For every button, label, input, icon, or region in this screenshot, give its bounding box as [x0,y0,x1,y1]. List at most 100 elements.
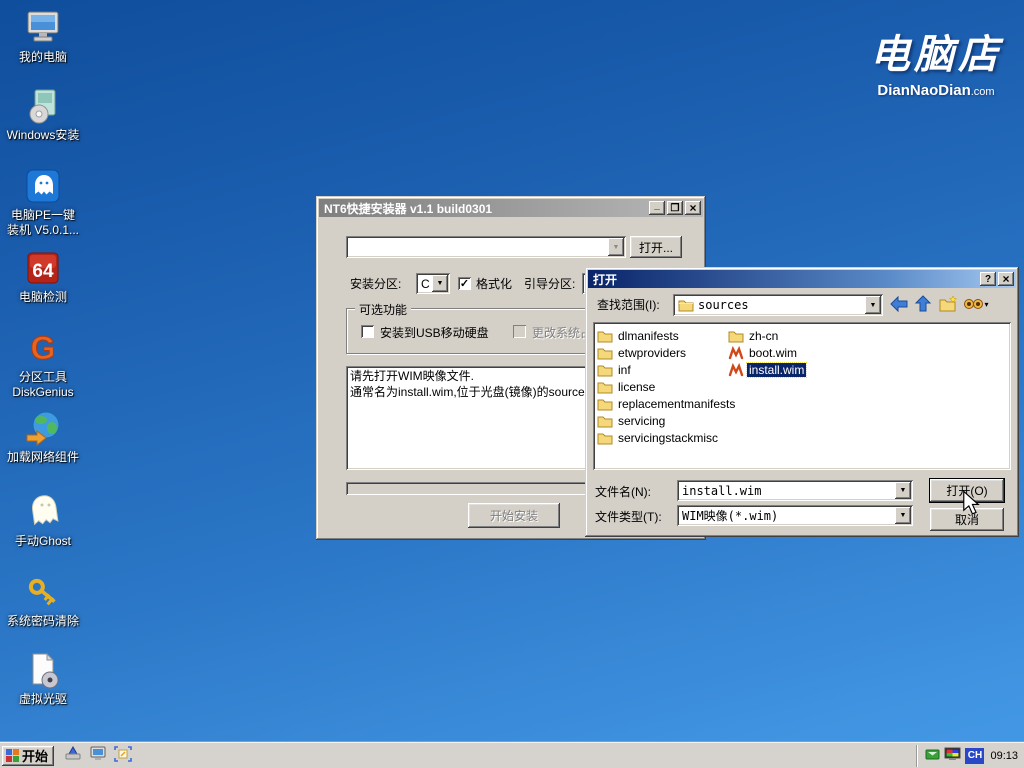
list-item-folder[interactable]: license [597,378,657,395]
display-settings-icon[interactable] [944,747,961,765]
list-item-folder[interactable]: etwproviders [597,344,688,361]
network-status-icon[interactable] [925,747,940,765]
password-clear-key-icon [23,572,63,612]
quick-launch [64,746,132,765]
my-computer-quick-icon[interactable] [89,746,107,765]
nt6-titlebar[interactable]: NT6快捷安装器 v1.1 build0301 _ ❐ × [319,199,703,217]
desktop-icon-label: 我的电脑 [19,50,67,65]
help-button[interactable]: ? [980,272,996,286]
diskgenius-letter: G [31,330,56,366]
diannaodian-logo: 电脑店 DianNaoDian.com [870,22,1002,99]
back-button[interactable] [888,294,910,314]
install-partition-label: 安装分区: [350,274,401,294]
desktop-icon-diskgenius[interactable]: G 分区工具 DiskGenius [0,328,86,400]
optional-group-title: 可选功能 [355,301,411,318]
up-arrow-icon [913,295,933,313]
view-menu-button[interactable]: ▾ [961,294,991,314]
new-folder-button[interactable] [937,294,959,314]
system-tray: CH 09:13 [916,745,1024,767]
folder-icon [597,397,613,411]
look-in-combobox[interactable]: sources ▼ [673,294,883,316]
file-listbox[interactable]: dlmanifests etwproviders inf license rep… [593,322,1011,470]
language-indicator[interactable]: CH [965,748,984,764]
maximize-button[interactable]: ❐ [667,201,683,215]
view-menu-icon [963,296,983,312]
desktop-icon-load-network[interactable]: 加载网络组件 [0,408,86,465]
list-item-folder[interactable]: servicingstackmisc [597,429,720,446]
desktop-icon-label: 电脑PE一键 装机 V5.0.1... [7,208,79,238]
file-type-label: 文件类型(T): [595,507,662,527]
install-partition-combobox[interactable]: C ▼ [416,273,450,294]
folder-icon [597,329,613,343]
open-dialog-titlebar[interactable]: 打开 ? × [588,270,1016,288]
logo-subtitle: DianNaoDian.com [870,82,1002,99]
desktop-icon-windows-setup[interactable]: Windows安装 [0,86,86,143]
list-item-folder[interactable]: replacementmanifests [597,395,737,412]
maximize-icon: ❐ [671,203,680,214]
minimize-button[interactable]: _ [649,201,665,215]
folder-icon [728,329,744,343]
folder-icon [597,363,613,377]
change-system-checkbox[interactable] [513,325,526,338]
logo-subtitle-suffix: .com [971,86,995,98]
desktop-icon-label: 手动Ghost [15,534,71,549]
message-line-1: 请先打开WIM映像文件. [350,368,474,384]
desktop-icon-password-clear[interactable]: 系统密码清除 [0,572,86,629]
close-icon: × [689,201,696,215]
change-system-label: 更改系统占 [532,324,592,341]
start-button[interactable]: 开始 [2,746,54,766]
desktop-tool-icon[interactable] [114,746,132,765]
desktop-icon-virtual-cdrom[interactable]: 虚拟光驱 [0,650,86,707]
folder-icon [597,346,613,360]
list-item-wim-file-selected[interactable]: install.wim [728,361,806,378]
wim-file-icon [728,346,744,360]
list-item-folder[interactable]: servicing [597,412,667,429]
logo-title: 电脑店 [870,22,1002,80]
desktop-icon-label: 虚拟光驱 [19,692,67,707]
list-item-folder[interactable]: inf [597,361,633,378]
install-partition-value: C [421,277,430,291]
desktop-icon-manual-ghost[interactable]: 手动Ghost [0,492,86,549]
virtual-cdrom-icon [23,650,63,690]
folder-icon [597,414,613,428]
desktop-icon-my-computer[interactable]: 我的电脑 [0,8,86,65]
minimize-icon: _ [654,200,660,211]
taskbar-clock[interactable]: 09:13 [988,750,1018,762]
chevron-down-icon[interactable]: ▼ [432,275,448,292]
up-level-button[interactable] [912,294,934,314]
desktop-icon-label: 加载网络组件 [7,450,79,465]
message-line-2: 通常名为install.wim,位于光盘(镜像)的source [350,384,585,400]
folder-icon [597,380,613,394]
list-item-folder[interactable]: dlmanifests [597,327,681,344]
taskbar: 开始 CH 09:13 [0,742,1024,768]
desktop-icon-pc-check[interactable]: 64 电脑检测 [0,248,86,305]
format-checkbox[interactable]: ✓ [458,277,471,290]
start-install-button[interactable]: 开始安装 [468,503,560,528]
windows-setup-icon [23,86,63,126]
file-type-combobox[interactable]: WIM映像(*.wim) ▼ [677,505,913,526]
file-name-label: 文件名(N): [595,482,651,502]
chevron-down-icon[interactable]: ▼ [865,296,881,314]
show-desktop-icon[interactable] [64,746,82,765]
chevron-down-icon[interactable]: ▼ [895,482,911,499]
format-checkbox-label: 格式化 [476,274,512,294]
check-icon: ✓ [460,277,469,290]
chevron-down-icon[interactable]: ▼ [608,238,624,256]
list-item-folder[interactable]: zh-cn [728,327,780,344]
chevron-down-icon[interactable]: ▼ [895,507,911,524]
close-icon: × [1002,272,1009,286]
browse-open-button[interactable]: 打开... [630,236,682,258]
desktop-icon-pe-one-key[interactable]: 电脑PE一键 装机 V5.0.1... [0,166,86,238]
file-name-value: install.wim [682,484,761,498]
wim-path-combobox[interactable]: ▼ [346,236,626,258]
list-item-wim-file[interactable]: boot.wim [728,344,799,361]
pc-check-64-icon: 64 [23,248,63,288]
usb-install-checkbox[interactable] [361,325,374,338]
mouse-cursor [961,490,981,519]
close-button[interactable]: × [685,201,701,215]
desktop: 电脑店 DianNaoDian.com 我的电脑 Windows安装 电脑PE一… [0,0,1024,768]
close-button[interactable]: × [998,272,1014,286]
back-arrow-icon [889,295,909,313]
file-name-combobox[interactable]: install.wim ▼ [677,480,913,501]
desktop-icon-label: 系统密码清除 [7,614,79,629]
